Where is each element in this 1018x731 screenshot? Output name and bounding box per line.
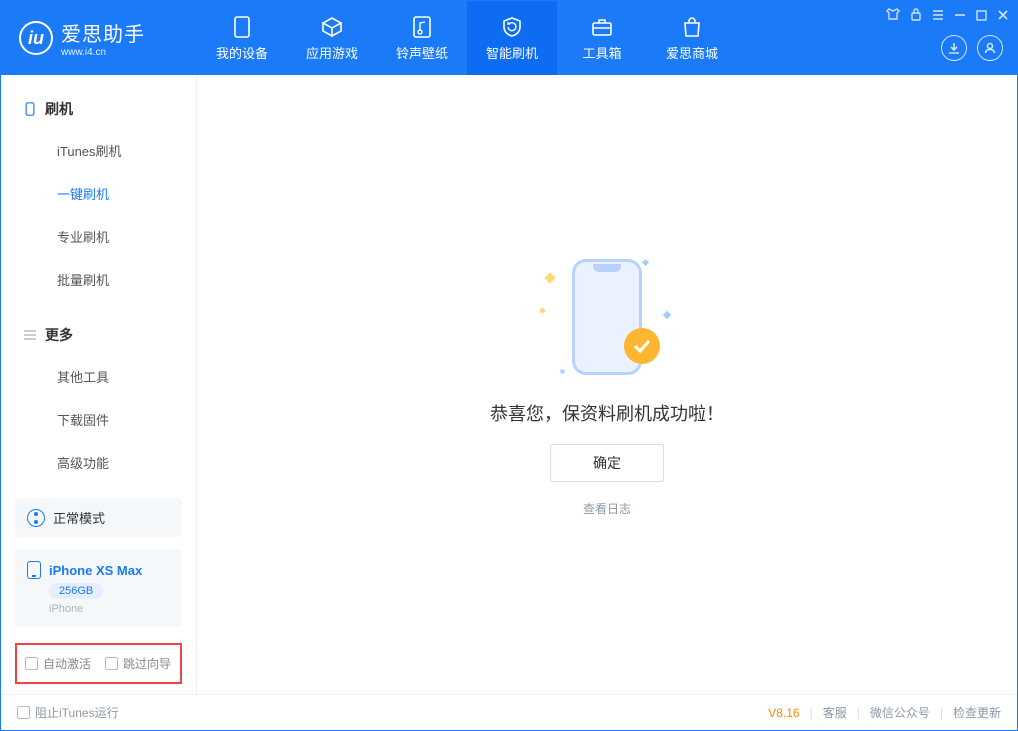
content-area: 恭喜您，保资料刷机成功啦！ 确定 查看日志 [197,75,1017,694]
ok-button[interactable]: 确定 [550,444,664,482]
sidebar-item-advanced[interactable]: 高级功能 [1,441,196,484]
checkbox-block-itunes[interactable]: 阻止iTunes运行 [17,704,119,721]
tab-smart-flash[interactable]: 智能刷机 [467,1,557,75]
header-right-buttons [941,35,1003,61]
device-icon [230,15,254,39]
checkbox-label: 阻止iTunes运行 [35,704,119,721]
tab-label: 应用游戏 [306,43,358,62]
list-icon [23,328,37,342]
app-name: 爱思助手 [61,18,145,47]
cube-icon [320,15,344,39]
sidebar-item-itunes-flash[interactable]: iTunes刷机 [1,129,196,172]
options-row: 自动激活 跳过向导 [15,643,182,684]
minimize-button[interactable] [954,8,966,24]
maximize-button[interactable] [976,8,987,24]
bag-icon [680,15,704,39]
section-title: 更多 [45,325,73,345]
device-phone-icon [27,561,41,579]
user-button[interactable] [977,35,1003,61]
mode-icon [27,509,45,527]
wechat-link[interactable]: 微信公众号 [870,704,930,721]
sidebar-item-oneclick-flash[interactable]: 一键刷机 [1,172,196,215]
section-title: 刷机 [45,99,73,119]
shirt-icon[interactable] [886,7,900,24]
menu-icon[interactable] [932,8,944,24]
view-log-link[interactable]: 查看日志 [583,500,631,517]
logo-icon: iu [19,21,53,55]
support-link[interactable]: 客服 [823,704,847,721]
sidebar: 刷机 iTunes刷机 一键刷机 专业刷机 批量刷机 更多 其他工具 下载固件 … [1,75,197,694]
toolbox-icon [590,15,614,39]
checkbox-icon [17,706,30,719]
check-icon [624,328,660,364]
tab-apps-games[interactable]: 应用游戏 [287,1,377,75]
checkbox-icon [25,657,38,670]
logo-area: iu 爱思助手 www.i4.cn [1,18,197,58]
checkbox-auto-activate[interactable]: 自动激活 [25,655,91,672]
phone-icon [23,102,37,116]
success-message: 恭喜您，保资料刷机成功啦！ [490,400,724,426]
device-name: iPhone XS Max [49,563,142,578]
sidebar-item-other-tools[interactable]: 其他工具 [1,355,196,398]
checkbox-label: 自动激活 [43,655,91,672]
refresh-shield-icon [500,15,524,39]
checkbox-skip-guide[interactable]: 跳过向导 [105,655,171,672]
window-controls [886,7,1009,24]
mode-card[interactable]: 正常模式 [15,498,182,537]
storage-badge: 256GB [49,583,103,599]
mode-label: 正常模式 [53,508,105,527]
header: iu 爱思助手 www.i4.cn 我的设备 应用游戏 铃声壁纸 智能刷机 工具… [1,1,1017,75]
checkbox-label: 跳过向导 [123,655,171,672]
check-update-link[interactable]: 检查更新 [953,704,1001,721]
device-type: iPhone [49,603,83,615]
version-label: V8.16 [768,706,799,720]
tab-store[interactable]: 爱思商城 [647,1,737,75]
music-file-icon [410,15,434,39]
tab-label: 铃声壁纸 [396,43,448,62]
app-domain: www.i4.cn [61,47,145,58]
tab-label: 我的设备 [216,43,268,62]
sidebar-item-batch-flash[interactable]: 批量刷机 [1,258,196,301]
success-illustration [542,252,672,382]
device-card[interactable]: iPhone XS Max 256GB iPhone [15,549,182,627]
tab-ringtone-wallpaper[interactable]: 铃声壁纸 [377,1,467,75]
tab-label: 爱思商城 [666,43,718,62]
sidebar-section-more: 更多 [1,315,196,355]
sidebar-item-pro-flash[interactable]: 专业刷机 [1,215,196,258]
download-button[interactable] [941,35,967,61]
sidebar-section-flash: 刷机 [1,89,196,129]
footer: 阻止iTunes运行 V8.16 | 客服 | 微信公众号 | 检查更新 [1,694,1017,730]
tab-label: 智能刷机 [486,43,538,62]
close-button[interactable] [997,8,1009,24]
tab-label: 工具箱 [582,43,621,62]
sidebar-item-download-firmware[interactable]: 下载固件 [1,398,196,441]
tab-my-device[interactable]: 我的设备 [197,1,287,75]
checkbox-icon [105,657,118,670]
lock-icon[interactable] [910,7,922,24]
tab-toolbox[interactable]: 工具箱 [557,1,647,75]
nav-tabs: 我的设备 应用游戏 铃声壁纸 智能刷机 工具箱 爱思商城 [197,1,737,75]
